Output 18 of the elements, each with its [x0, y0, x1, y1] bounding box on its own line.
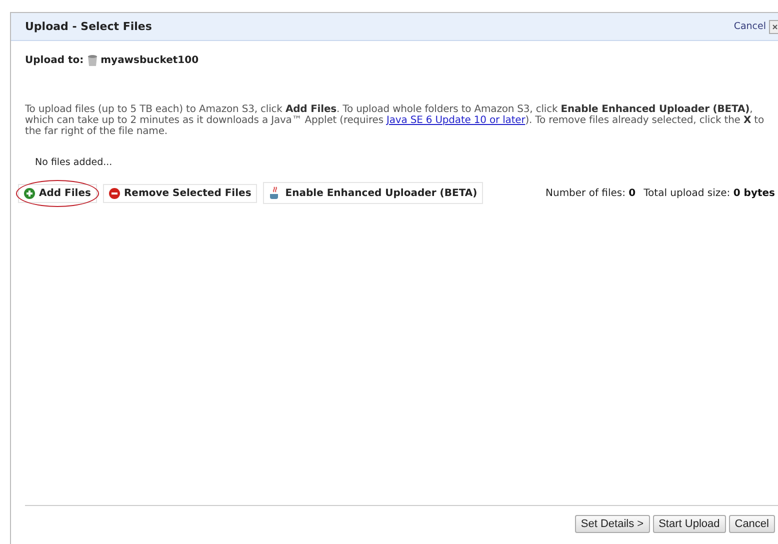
- bucket-icon: [88, 55, 97, 66]
- empty-list-text: No files added...: [35, 157, 114, 168]
- cancel-link[interactable]: Cancel: [734, 21, 766, 32]
- upload-to-label: Upload to:: [25, 55, 84, 66]
- footer-button[interactable]: Start Upload: [652, 515, 726, 533]
- close-icon[interactable]: [769, 20, 778, 34]
- minus-icon: [108, 188, 120, 198]
- footer-button[interactable]: Set Details >: [574, 515, 650, 533]
- footer-button[interactable]: Cancel: [728, 515, 775, 533]
- java-button[interactable]: Enable Enhanced Uploader (BETA): [263, 182, 484, 204]
- instructions-text: To upload files (up to 5 TB each) to Amazon S3, click Add Files. To upload whole folders to Amazon S3, click Enable Enhanced Uploader (BETA), which can take up to 2 minutes as it downloads a Java™ Applet (requires Java SE 6 Update 10 or later). To remove files already selected, click the X to the far right of the file name.: [25, 104, 765, 137]
- stat-text: Total upload size: 0 bytes: [644, 188, 775, 198]
- bucket-name: myawsbucket100: [100, 55, 199, 66]
- stat-text: Number of files: 0: [546, 188, 636, 198]
- plus-icon: [24, 188, 35, 198]
- dialog-title: Upload - Select Files: [25, 20, 153, 33]
- java-link[interactable]: Java SE 6 Update 10 or later: [386, 115, 526, 126]
- remove-button[interactable]: Remove Selected Files: [102, 184, 258, 202]
